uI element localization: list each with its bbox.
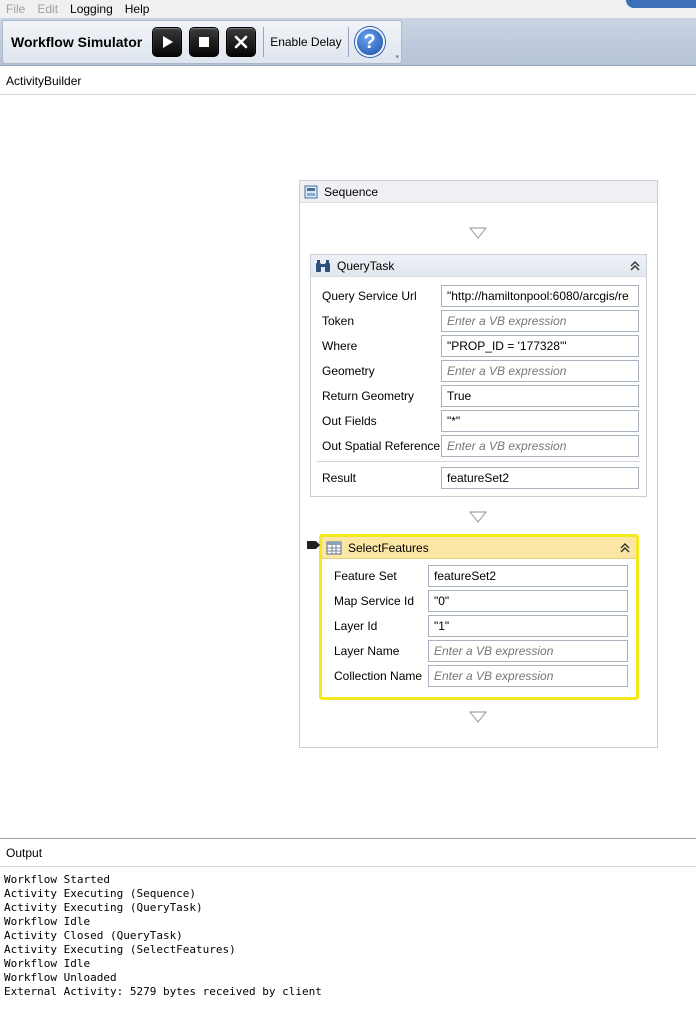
sequence-header[interactable]: Sequence [300,181,657,203]
output-line: Activity Closed (QueryTask) [4,929,183,942]
execution-pointer-icon [307,541,320,549]
table-icon [326,541,342,554]
toolbar-separator [347,27,349,57]
property-label: Out Spatial Reference [322,439,441,453]
token-input[interactable]: Enter a VB expression [441,310,639,332]
property-label: Map Service Id [334,594,415,608]
output-line: Workflow Idle [4,957,91,970]
property-row: Out Spatial Reference [311,435,440,457]
menu-bar: File Edit Logging Help [0,0,696,18]
selectfeatures-activity[interactable]: SelectFeatures Feature Set featureSet2 M… [319,534,639,700]
layer-id-input[interactable]: "1" [428,615,628,637]
output-line: Workflow Idle [4,915,91,928]
output-line: Activity Executing (Sequence) [4,887,197,900]
double-chevron-up-icon[interactable] [628,259,642,273]
breadcrumb[interactable]: ActivityBuilder [0,66,696,95]
output-line: Workflow Started [4,873,110,886]
sequence-icon [304,185,318,198]
property-row: Layer Name [322,640,399,662]
help-button[interactable]: ? [354,27,385,57]
run-button[interactable] [152,27,183,57]
property-row: Feature Set [322,565,397,587]
property-label: Where [322,339,358,353]
return-geometry-input[interactable]: True [441,385,639,407]
output-log[interactable]: Workflow Started Activity Executing (Sequ… [0,867,696,999]
property-row: Query Service Url [311,285,417,307]
property-row: Out Fields [311,410,377,432]
property-row: Where [311,335,357,357]
output-title: Output [0,839,696,867]
property-label: Result [322,471,357,485]
stop-button[interactable] [189,27,220,57]
help-icon: ? [363,30,376,53]
property-label: Token [322,314,355,328]
output-line: Activity Executing (QueryTask) [4,901,203,914]
querytask-label: QueryTask [337,258,395,273]
property-label: Layer Name [334,644,400,658]
layer-name-input[interactable]: Enter a VB expression [428,640,628,662]
map-service-id-input[interactable]: "0" [428,590,628,612]
menu-logging[interactable]: Logging [64,0,119,18]
selectfeatures-header[interactable]: SelectFeatures [322,537,636,559]
menu-edit[interactable]: Edit [31,0,64,18]
play-icon [163,36,174,48]
feature-set-input[interactable]: featureSet2 [428,565,628,587]
property-label: Layer Id [334,619,378,633]
property-label: Query Service Url [322,289,417,303]
toolbar-area: Workflow Simulator Enable Delay ? ▾ [0,18,696,66]
result-input[interactable]: featureSet2 [441,467,639,489]
property-label: Collection Name [334,669,423,683]
property-row: Collection Name [322,665,422,687]
binoculars-icon [316,259,330,272]
where-input[interactable]: "PROP_ID = '177328'" [441,335,639,357]
triangle-down-icon[interactable] [469,711,487,723]
output-line: Workflow Unloaded [4,971,117,984]
toolbar-grip-icon[interactable]: ▾ [395,53,399,61]
stop-icon [199,37,210,47]
output-panel: Output Workflow Started Activity Executin… [0,838,696,1010]
property-label: Feature Set [334,569,397,583]
triangle-down-icon[interactable] [469,511,487,523]
sequence-activity[interactable]: Sequence QueryTask Query Service Url "ht… [299,180,658,748]
selectfeatures-label: SelectFeatures [348,540,429,555]
triangle-down-icon[interactable] [469,227,487,239]
divider [317,461,640,462]
query-service-url-input[interactable]: "http://hamiltonpool:6080/arcgis/re [441,285,639,307]
output-line: Activity Executing (SelectFeatures) [4,943,236,956]
output-line: External Activity: 5279 bytes received b… [4,985,322,998]
window-corner-accent [626,0,696,8]
property-row: Return Geometry [311,385,414,407]
querytask-header[interactable]: QueryTask [311,255,646,277]
property-row: Geometry [311,360,375,382]
property-label: Out Fields [322,414,377,428]
property-row: Result [311,467,356,489]
close-icon [234,35,248,49]
property-row: Layer Id [322,615,377,637]
toolbar-title: Workflow Simulator [11,34,143,50]
toolbar-separator [263,27,265,57]
double-chevron-up-icon[interactable] [618,541,632,555]
property-row: Token [311,310,354,332]
property-label: Return Geometry [322,389,415,403]
enable-delay-toggle[interactable]: Enable Delay [270,35,341,49]
property-row: Map Service Id [322,590,414,612]
querytask-activity[interactable]: QueryTask Query Service Url "http://hami… [310,254,647,497]
menu-file[interactable]: File [0,0,31,18]
property-label: Geometry [322,364,375,378]
sequence-label: Sequence [324,184,379,199]
collection-name-input[interactable]: Enter a VB expression [428,665,628,687]
geometry-input[interactable]: Enter a VB expression [441,360,639,382]
out-fields-input[interactable]: "*" [441,410,639,432]
menu-help[interactable]: Help [119,0,156,18]
out-spatial-reference-input[interactable]: Enter a VB expression [441,435,639,457]
close-button[interactable] [226,27,257,57]
simulator-toolbar: Workflow Simulator Enable Delay ? ▾ [2,20,402,64]
